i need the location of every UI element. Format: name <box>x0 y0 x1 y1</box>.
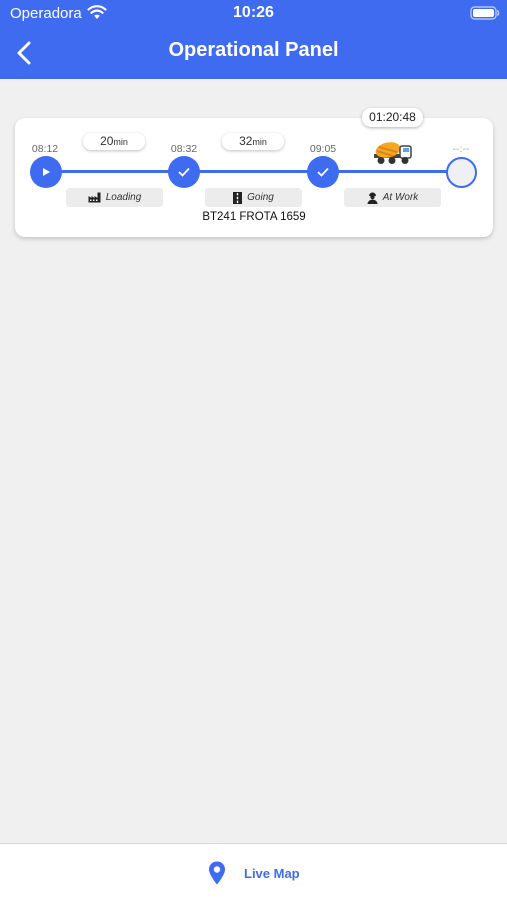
duration-loading: 20min <box>83 133 145 150</box>
time-label-end: --:-- <box>452 143 470 155</box>
bottom-bar: Live Map <box>0 843 507 900</box>
concrete-mixer-truck-icon <box>374 142 412 164</box>
time-label-arrived: 09:05 <box>309 143 337 155</box>
phase-label: Going <box>247 192 274 203</box>
time-label-loaded: 08:32 <box>170 143 198 155</box>
live-map-label: Live Map <box>244 865 300 881</box>
time-label-start: 08:12 <box>31 143 59 155</box>
elapsed-timer: 01:20:48 <box>362 108 423 127</box>
status-time: 10:26 <box>233 4 274 21</box>
vehicle-label: BT241 FROTA 1659 <box>202 211 306 223</box>
worker-icon <box>367 192 378 204</box>
duration-going: 32min <box>222 133 284 150</box>
app-header: Operadora 10:26 Operational Panel <box>0 0 507 79</box>
phase-chip-going: Going <box>205 188 302 207</box>
duration-value: 20 <box>100 134 114 148</box>
end-node[interactable] <box>446 157 477 188</box>
phase-chip-loading: Loading <box>66 188 163 207</box>
progress-track <box>46 170 464 173</box>
factory-icon <box>88 192 101 203</box>
road-icon <box>233 191 243 204</box>
start-node[interactable] <box>30 156 62 188</box>
page-title: Operational Panel <box>168 39 339 61</box>
arrived-node[interactable] <box>307 156 339 188</box>
check-icon <box>178 167 190 177</box>
duration-unit: min <box>113 137 128 147</box>
status-bar: Operadora 10:26 <box>0 0 507 28</box>
check-icon <box>317 167 329 177</box>
location-pin-icon <box>209 861 225 885</box>
battery-icon <box>470 6 500 20</box>
phase-label: Loading <box>105 192 142 203</box>
live-map-button[interactable]: Live Map <box>208 861 300 885</box>
phase-label: At Work <box>382 192 419 203</box>
trip-card[interactable]: 01:20:48 08:12 08:32 09:05 --:-- 20min 3… <box>15 108 493 237</box>
duration-value: 32 <box>239 134 253 148</box>
phase-chip-at-work: At Work <box>344 188 441 207</box>
play-icon <box>43 168 50 176</box>
duration-unit: min <box>252 137 267 147</box>
loaded-node[interactable] <box>168 156 200 188</box>
